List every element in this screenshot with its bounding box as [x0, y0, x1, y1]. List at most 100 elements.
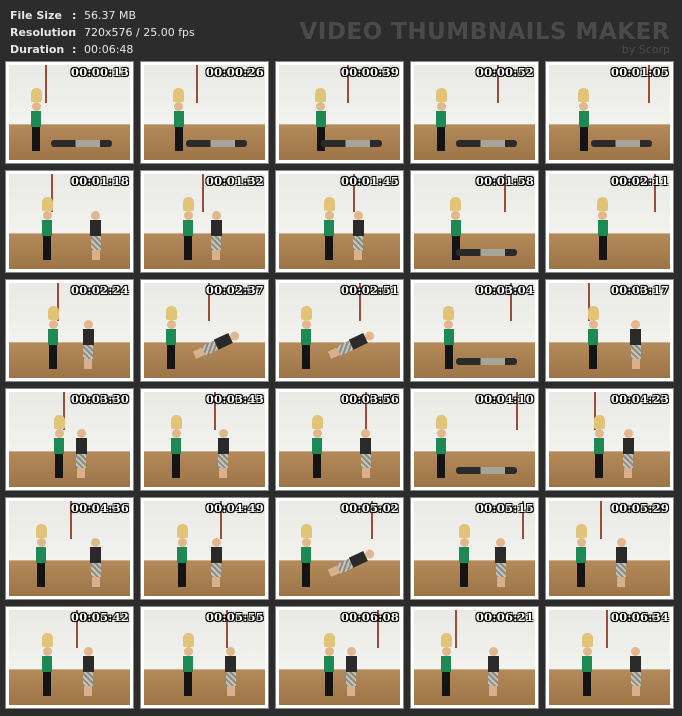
man-figure: [622, 428, 634, 478]
man-figure: [90, 537, 102, 587]
thumbnail-frame[interactable]: 00:01:05: [545, 61, 674, 164]
thumbnail-frame[interactable]: 00:03:17: [545, 279, 674, 382]
thumbnail-frame[interactable]: 00:04:36: [5, 497, 134, 600]
timestamp-label: 00:04:10: [475, 392, 534, 406]
thumbnail-image: [279, 610, 400, 705]
thumbnail-frame[interactable]: 00:01:45: [275, 170, 404, 273]
duration-label: Duration: [10, 43, 65, 56]
woman-figure: [323, 632, 335, 696]
woman-figure: [593, 414, 605, 478]
thumbnail-frame[interactable]: 00:02:51: [275, 279, 404, 382]
thumbnail-frame[interactable]: 00:01:18: [5, 170, 134, 273]
timestamp-label: 00:05:29: [610, 501, 669, 515]
thumbnail-image: [9, 65, 130, 160]
lying-figure: [456, 357, 517, 365]
lying-figure: [456, 248, 517, 256]
man-figure: [352, 210, 364, 260]
timestamp-label: 00:05:02: [340, 501, 399, 515]
thumbnail-image: [414, 392, 535, 487]
timestamp-label: 00:03:30: [70, 392, 129, 406]
thumbnail-frame[interactable]: 00:00:26: [140, 61, 269, 164]
thumbnail-frame[interactable]: 00:06:34: [545, 606, 674, 709]
duration-value: 00:06:48: [84, 43, 134, 56]
thumbnail-frame[interactable]: 00:04:49: [140, 497, 269, 600]
timestamp-label: 00:01:32: [205, 174, 264, 188]
lying-figure: [321, 139, 382, 147]
man-figure: [360, 428, 372, 478]
resolution-value: 720x576 / 25.00 fps: [84, 26, 195, 39]
thumbnail-frame[interactable]: 00:05:15: [410, 497, 539, 600]
thumbnail-frame[interactable]: 00:06:21: [410, 606, 539, 709]
thumbnail-frame[interactable]: 00:05:55: [140, 606, 269, 709]
thumbnail-image: [414, 610, 535, 705]
thumbnail-frame[interactable]: 00:05:29: [545, 497, 674, 600]
thumbnail-frame[interactable]: 00:05:42: [5, 606, 134, 709]
thumbnail-image: [549, 610, 670, 705]
timestamp-label: 00:01:05: [610, 65, 669, 79]
man-figure: [192, 329, 241, 360]
wall-pipe: [45, 65, 48, 103]
separator: :: [72, 26, 77, 39]
thumbnail-image: [414, 501, 535, 596]
separator: :: [72, 9, 77, 22]
woman-figure: [41, 632, 53, 696]
timestamp-label: 00:05:55: [205, 610, 264, 624]
man-figure: [327, 547, 376, 578]
lying-figure: [51, 139, 112, 147]
timestamp-label: 00:05:15: [475, 501, 534, 515]
timestamp-label: 00:00:26: [205, 65, 264, 79]
thumbnail-frame[interactable]: 00:02:37: [140, 279, 269, 382]
thumbnail-frame[interactable]: 00:03:43: [140, 388, 269, 491]
man-figure: [225, 646, 237, 696]
thumbnail-frame[interactable]: 00:05:02: [275, 497, 404, 600]
woman-figure: [300, 305, 312, 369]
woman-figure: [581, 632, 593, 696]
thumbnail-image: [279, 501, 400, 596]
resolution-label: Resolution: [10, 26, 77, 39]
thumbnail-frame[interactable]: 00:01:32: [140, 170, 269, 273]
man-figure: [90, 210, 102, 260]
lying-figure: [186, 139, 247, 147]
thumbnail-frame[interactable]: 00:04:10: [410, 388, 539, 491]
thumbnail-image: [549, 283, 670, 378]
thumbnail-frame[interactable]: 00:03:56: [275, 388, 404, 491]
thumbnail-frame[interactable]: 00:00:13: [5, 61, 134, 164]
woman-figure: [182, 632, 194, 696]
man-figure: [327, 329, 376, 360]
thumbnail-frame[interactable]: 00:03:30: [5, 388, 134, 491]
timestamp-label: 00:02:51: [340, 283, 399, 297]
man-figure: [82, 646, 94, 696]
woman-figure: [35, 523, 47, 587]
thumbnail-image: [144, 174, 265, 269]
woman-figure: [311, 414, 323, 478]
thumbnail-image: [9, 501, 130, 596]
timestamp-label: 00:04:36: [70, 501, 129, 515]
timestamp-label: 00:04:49: [205, 501, 264, 515]
thumbnail-frame[interactable]: 00:04:23: [545, 388, 674, 491]
thumbnail-frame[interactable]: 00:02:24: [5, 279, 134, 382]
man-figure: [75, 428, 87, 478]
thumbnail-frame[interactable]: 00:02:11: [545, 170, 674, 273]
timestamp-label: 00:00:52: [475, 65, 534, 79]
wall-pipe: [599, 501, 602, 539]
thumbnail-frame[interactable]: 00:00:39: [275, 61, 404, 164]
wall-pipe: [605, 610, 608, 648]
brand-watermark: VIDEO THUMBNAILS MAKER by Scorp: [299, 20, 670, 56]
thumbnail-image: [9, 283, 130, 378]
thumbnail-image: [414, 283, 535, 378]
file-size-value: 56.37 MB: [84, 9, 137, 22]
thumbnail-image: [9, 392, 130, 487]
thumbnail-frame[interactable]: 00:06:08: [275, 606, 404, 709]
thumbnail-frame[interactable]: 00:01:58: [410, 170, 539, 273]
man-figure: [82, 319, 94, 369]
thumbnail-frame[interactable]: 00:03:04: [410, 279, 539, 382]
timestamp-label: 00:03:43: [205, 392, 264, 406]
man-figure: [630, 646, 642, 696]
thumbnail-frame[interactable]: 00:00:52: [410, 61, 539, 164]
thumbnail-image: [144, 283, 265, 378]
woman-figure: [440, 632, 452, 696]
lying-figure: [456, 466, 517, 474]
wall-pipe: [196, 65, 199, 103]
thumbnail-image: [549, 501, 670, 596]
woman-figure: [458, 523, 470, 587]
